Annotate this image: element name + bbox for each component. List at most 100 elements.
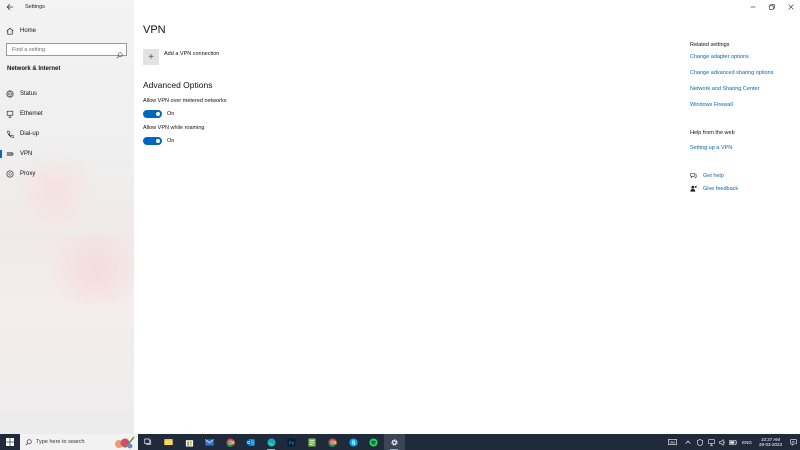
give-feedback-link[interactable]: Give feedback [703, 186, 738, 192]
sidebar-item-ethernet[interactable]: Ethernet [0, 107, 134, 121]
mail-button[interactable] [200, 434, 221, 450]
settings-taskbar-button[interactable] [384, 434, 405, 450]
battery-tray-button[interactable] [728, 434, 739, 450]
search-box[interactable] [6, 43, 127, 59]
photoshop-button[interactable]: Ps [282, 434, 303, 450]
language-button[interactable]: ENG [739, 434, 755, 450]
notification-icon [789, 438, 797, 446]
volume-tray-button[interactable] [717, 434, 728, 450]
sidebar-item-home[interactable]: Home [0, 24, 134, 38]
sidebar-item-status[interactable]: Status [0, 87, 134, 101]
chrome-icon [226, 437, 235, 447]
toggle-state: On [167, 111, 175, 117]
add-vpn-connection-button[interactable]: + Add a VPN connection [143, 49, 219, 65]
file-explorer-icon [164, 439, 173, 445]
taskbar: Type here to search Ps S ENG 10:37 AM 28… [0, 434, 800, 450]
help-heading: Help from the web [690, 130, 735, 136]
skype-icon: S [349, 437, 358, 446]
file-explorer-button[interactable] [159, 434, 180, 450]
vpn-icon [0, 150, 20, 158]
sidebar-item-proxy[interactable]: Proxy [0, 167, 134, 181]
store-icon [185, 439, 193, 447]
shield-tray-icon [697, 438, 704, 446]
notepad-icon [308, 438, 316, 446]
keyboard-button[interactable] [665, 434, 681, 450]
skype-button[interactable]: S [343, 434, 364, 450]
restore-button[interactable] [762, 0, 781, 14]
proxy-globe-icon [0, 170, 20, 178]
spotify-button[interactable] [364, 434, 385, 450]
keyboard-icon [668, 439, 678, 445]
option-label-metered: Allow VPN over metered networks [143, 98, 227, 104]
clock-button[interactable]: 10:37 AM 28-03-2023 [759, 437, 782, 448]
phone-icon [0, 130, 20, 138]
windows-firewall-link[interactable]: Windows Firewall [690, 102, 733, 108]
store-button[interactable] [179, 434, 200, 450]
section-label: Network & Internet [7, 66, 61, 72]
change-advanced-sharing-link[interactable]: Change advanced sharing options [690, 70, 773, 76]
toggle-row-metered: On [143, 110, 174, 118]
metered-toggle[interactable] [143, 110, 162, 118]
related-settings-heading: Related settings [690, 42, 730, 48]
clock-date: 28-03-2023 [758, 442, 782, 447]
antivirus-tray-button[interactable] [695, 434, 706, 450]
spotify-icon [369, 437, 378, 447]
outlook-button[interactable] [241, 434, 262, 450]
get-help-row[interactable]: Get help [690, 172, 724, 179]
search-icon [25, 438, 32, 446]
sidebar-item-vpn[interactable]: VPN [0, 147, 134, 161]
get-help-link[interactable]: Get help [703, 173, 724, 179]
give-feedback-row[interactable]: Give feedback [690, 185, 738, 192]
app-title: Settings [25, 4, 45, 10]
search-icon[interactable] [116, 46, 123, 64]
photoshop-icon: Ps [287, 437, 296, 447]
edge-button[interactable] [261, 434, 282, 450]
chrome-icon [328, 437, 337, 447]
minimize-button[interactable] [743, 0, 762, 14]
sidebar: Settings Home Network & Internet Status … [0, 0, 134, 434]
change-adapter-options-link[interactable]: Change adapter options [690, 54, 749, 60]
network-sharing-center-link[interactable]: Network and Sharing Center [690, 86, 759, 92]
language-label: ENG [742, 439, 752, 445]
start-button[interactable] [0, 434, 20, 450]
sidebar-item-label: Status [20, 91, 38, 97]
speaker-icon [719, 438, 725, 446]
chrome-button-2[interactable] [323, 434, 344, 450]
search-highlight-illustration-icon [115, 436, 135, 449]
close-button[interactable] [781, 0, 800, 14]
edge-icon [267, 437, 276, 447]
back-arrow-icon [6, 3, 14, 11]
title-bar: Settings [0, 0, 134, 14]
network-monitor-icon [708, 438, 715, 446]
toggle-state: On [167, 138, 175, 144]
notepad-button[interactable] [302, 434, 323, 450]
feedback-person-icon [690, 185, 697, 192]
task-view-button[interactable] [138, 434, 159, 450]
sidebar-item-dial-up[interactable]: Dial-up [0, 127, 134, 141]
task-view-icon [144, 438, 151, 445]
back-button[interactable] [0, 0, 20, 14]
sidebar-item-label: Dial-up [20, 131, 40, 137]
chevron-up-icon [685, 440, 691, 444]
network-tray-button[interactable] [706, 434, 717, 450]
home-icon [0, 27, 20, 35]
chat-help-icon [690, 173, 697, 179]
notifications-button[interactable] [786, 434, 800, 450]
window-controls [743, 0, 800, 14]
add-vpn-label: Add a VPN connection [164, 51, 220, 57]
option-label-roaming: Allow VPN while roaming [143, 125, 205, 131]
close-icon [787, 4, 794, 10]
sidebar-item-label: Home [20, 28, 37, 34]
main-content: VPN + Add a VPN connection Advanced Opti… [134, 0, 800, 434]
ethernet-icon [0, 110, 20, 118]
mail-icon [205, 438, 215, 445]
taskbar-search-box[interactable]: Type here to search [20, 434, 138, 450]
chrome-button[interactable] [220, 434, 241, 450]
page-title: VPN [143, 24, 166, 36]
sidebar-item-label: Proxy [20, 171, 36, 177]
toggle-row-roaming: On [143, 137, 174, 145]
search-input[interactable] [12, 46, 112, 53]
roaming-toggle[interactable] [143, 137, 162, 145]
setting-up-vpn-link[interactable]: Setting up a VPN [690, 145, 732, 151]
show-hidden-icons-button[interactable] [681, 434, 695, 450]
